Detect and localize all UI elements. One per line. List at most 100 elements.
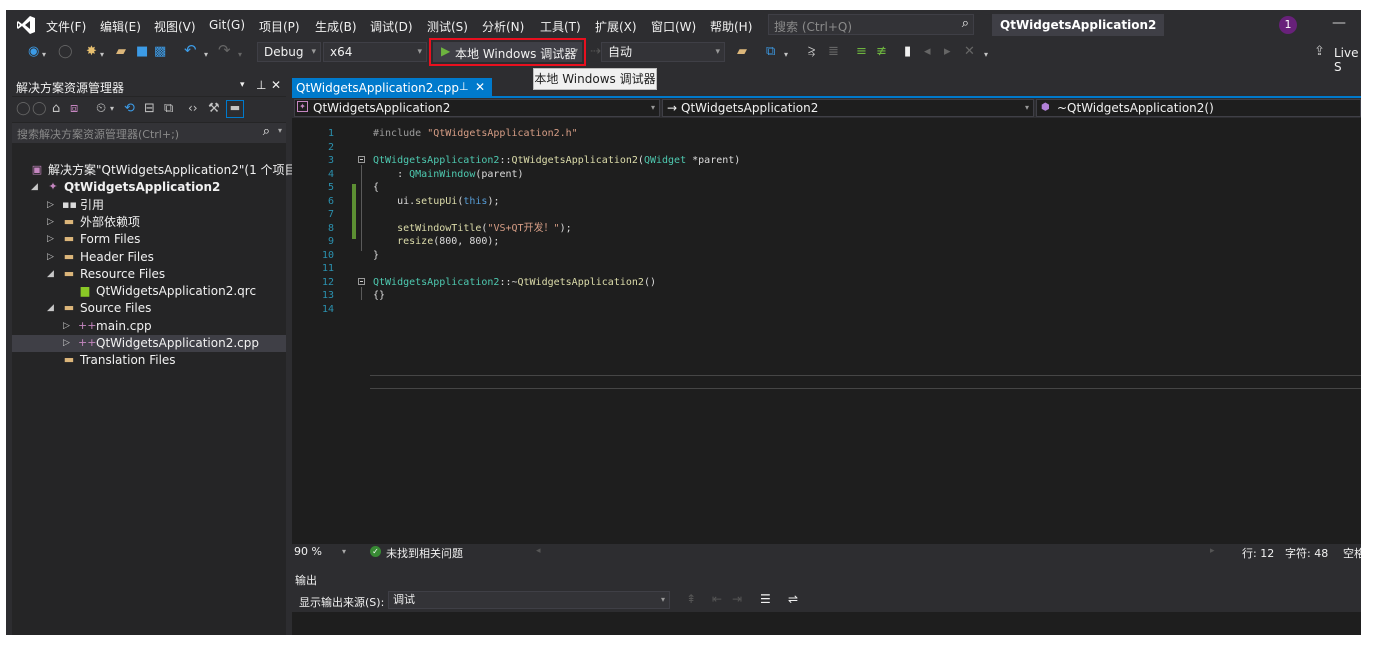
start-debugging-button[interactable]: ▶ 本地 Windows 调试器 ▾ <box>429 38 586 66</box>
configuration-select[interactable]: Debug ▾ <box>257 42 321 62</box>
new-item-icon[interactable]: ✸ <box>86 45 97 59</box>
save-icon[interactable]: ■ <box>136 45 148 59</box>
forward-icon[interactable]: ◯ <box>32 101 47 116</box>
redo-icon[interactable]: ↷ <box>218 43 231 58</box>
next-bookmark-icon[interactable]: ▸ <box>944 45 951 59</box>
navigate-forward-icon[interactable]: ◯ <box>58 45 73 59</box>
tree-item[interactable]: ▷ ▬ Form Files <box>12 231 286 248</box>
save-all-icon[interactable]: ▩ <box>154 45 166 59</box>
chevron-down-icon[interactable]: ▾ <box>574 46 578 55</box>
menu-item[interactable]: 工具(T) <box>540 18 581 35</box>
live-share-label[interactable]: Live S <box>1334 46 1361 74</box>
project-scope-select[interactable]: ✦ QtWidgetsApplication2 ▾ <box>294 99 660 117</box>
menu-item[interactable]: 项目(P) <box>259 18 300 35</box>
pending-changes-filter-icon[interactable]: ⏲ <box>96 101 106 116</box>
collapse-all-icon[interactable]: ⊟ <box>144 101 155 116</box>
menu-item[interactable]: 生成(B) <box>315 18 357 35</box>
navigate-back-icon[interactable]: ◉ <box>28 45 39 59</box>
chevron-down-icon[interactable]: ▾ <box>278 126 282 135</box>
switch-views-icon[interactable]: ⧈ <box>70 101 78 116</box>
tree-item[interactable]: ▬ Translation Files <box>12 352 286 369</box>
comment-out-icon[interactable]: ≡ <box>856 45 867 59</box>
tree-item[interactable]: ▆ QtWidgetsApplication2.qrc <box>12 283 286 300</box>
tree-item[interactable]: ◢ ✦ QtWidgetsApplication2 <box>12 179 286 196</box>
undo-dropdown-icon[interactable]: ▾ <box>204 48 208 62</box>
menu-item[interactable]: 分析(N) <box>482 18 524 35</box>
menu-item[interactable]: 编辑(E) <box>100 18 141 35</box>
toggle-word-wrap-icon[interactable]: ⇌ <box>788 592 798 606</box>
step-icon[interactable]: ⇢ <box>590 45 601 59</box>
tree-item[interactable]: ◢ ▬ Source Files <box>12 300 286 317</box>
new-item-dropdown-icon[interactable]: ▾ <box>100 48 104 62</box>
bookmark-icon[interactable]: ▮ <box>904 45 911 59</box>
collapsed-icon[interactable]: ▷ <box>47 197 54 214</box>
step-over-icon[interactable]: ≣ <box>828 45 839 59</box>
go-to-previous-icon[interactable]: ⇤ <box>712 592 722 606</box>
expanded-icon[interactable]: ◢ <box>47 266 54 283</box>
close-icon[interactable]: ✕ <box>475 80 485 94</box>
tree-item[interactable]: ▷ ++ main.cpp <box>12 318 286 335</box>
fold-toggle-icon[interactable] <box>358 156 365 163</box>
issues-status[interactable]: 未找到相关问题 <box>386 545 463 561</box>
pin-icon[interactable]: ⊥ <box>256 78 266 92</box>
collapsed-icon[interactable]: ▷ <box>63 318 70 335</box>
open-file-icon[interactable]: ▰ <box>116 45 126 59</box>
fold-toggle-icon[interactable] <box>358 278 365 285</box>
clear-all-icon[interactable]: ☰ <box>760 592 771 606</box>
live-share-icon[interactable]: ⇪ <box>1314 45 1325 59</box>
tree-item[interactable]: ▷ ▬ Header Files <box>12 249 286 266</box>
notification-badge[interactable]: 1 <box>1279 16 1297 34</box>
output-source-select[interactable]: 调试 ▾ <box>388 591 670 609</box>
solution-explorer-search[interactable]: 搜索解决方案资源管理器(Ctrl+;) ⌕ ▾ <box>12 123 286 143</box>
auto-select[interactable]: 自动 ▾ <box>601 42 725 62</box>
toolbar-overflow-icon[interactable]: ▾ <box>984 48 988 62</box>
redo-dropdown-icon[interactable]: ▾ <box>238 48 242 62</box>
preview-selected-icon[interactable]: ▬ <box>226 100 244 118</box>
collapsed-icon[interactable]: ▷ <box>47 214 54 231</box>
browser-link-dropdown-icon[interactable]: ▾ <box>784 48 788 62</box>
collapsed-icon[interactable]: ▷ <box>47 249 54 266</box>
member-scope-select[interactable]: ⬢ ~QtWidgetsApplication2() <box>1036 99 1361 117</box>
tree-item[interactable]: ▷ ++ QtWidgetsApplication2.cpp <box>12 335 286 352</box>
zoom-level[interactable]: 90 % <box>294 545 322 558</box>
browser-link-icon[interactable]: ⧉ <box>766 45 775 59</box>
minimize-button[interactable]: — <box>1332 15 1346 31</box>
menu-item[interactable]: 帮助(H) <box>710 18 752 35</box>
menu-item[interactable]: 窗口(W) <box>651 18 696 35</box>
step-into-icon[interactable]: ⥸ <box>808 45 815 59</box>
filter-dropdown-icon[interactable]: ▾ <box>110 104 114 113</box>
tab-qtwidgetsapplication2-cpp[interactable]: QtWidgetsApplication2.cpp ⊥ ✕ <box>292 78 492 98</box>
search-input[interactable]: 搜索 (Ctrl+Q) ⌕ <box>768 14 974 35</box>
undo-icon[interactable]: ↶ <box>184 43 197 58</box>
zoom-dropdown-icon[interactable]: ▾ <box>342 547 346 556</box>
expanded-icon[interactable]: ◢ <box>47 300 54 317</box>
window-menu-icon[interactable]: ▾ <box>240 80 245 90</box>
browse-folder-icon[interactable]: ▰ <box>737 45 747 59</box>
collapsed-icon[interactable]: ▷ <box>63 335 70 352</box>
close-icon[interactable]: ✕ <box>271 78 281 92</box>
menu-item[interactable]: 文件(F) <box>46 18 86 35</box>
tree-item[interactable]: ▷ ▪▪ 引用 <box>12 197 286 214</box>
output-text-area[interactable] <box>292 612 1361 635</box>
prev-bookmark-icon[interactable]: ◂ <box>924 45 931 59</box>
code-editor[interactable]: 1 2 3 4 5 6 7 8 9 10 11 12 13 14 #include "QtWidgetsA… <box>292 118 1361 544</box>
menu-item[interactable]: 扩展(X) <box>595 18 637 35</box>
scroll-right-icon[interactable]: ▸ <box>1210 546 1215 556</box>
pin-icon[interactable]: ⊥ <box>459 80 469 93</box>
tree-item[interactable]: ◢ ▬ Resource Files <box>12 266 286 283</box>
tree-item[interactable]: ▣ 解决方案"QtWidgetsApplication2"(1 个项目/共 <box>12 162 313 179</box>
back-icon[interactable]: ◯ <box>16 101 31 116</box>
find-message-icon[interactable]: ⇞ <box>686 592 696 606</box>
platform-select[interactable]: x64 ▾ <box>323 42 427 62</box>
uncomment-icon[interactable]: ≢ <box>876 45 887 59</box>
clear-bookmarks-icon[interactable]: ✕ <box>964 45 975 59</box>
collapsed-icon[interactable]: ▷ <box>47 231 54 248</box>
sync-icon[interactable]: ⟲ <box>124 101 135 116</box>
expanded-icon[interactable]: ◢ <box>31 179 38 196</box>
properties-icon[interactable]: ⚒ <box>208 101 220 116</box>
tree-item[interactable]: ▷ ▬ 外部依赖项 <box>12 214 286 231</box>
menu-item[interactable]: 测试(S) <box>427 18 468 35</box>
home-icon[interactable]: ⌂ <box>52 101 60 116</box>
class-scope-select[interactable]: → QtWidgetsApplication2 ▾ <box>662 99 1034 117</box>
scroll-left-icon[interactable]: ◂ <box>536 546 541 556</box>
